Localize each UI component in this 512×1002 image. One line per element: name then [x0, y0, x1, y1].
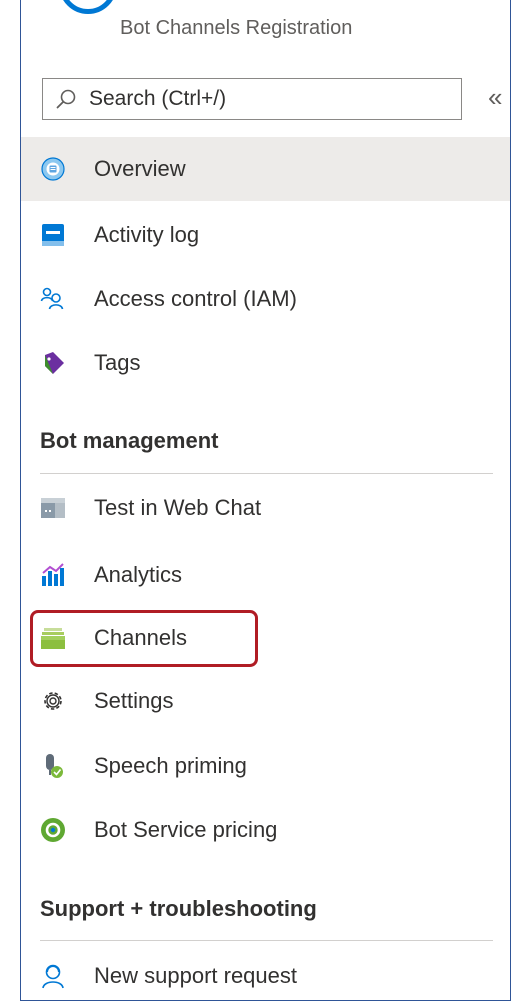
- nav-item-label: Activity log: [94, 222, 200, 247]
- nav-item-tags[interactable]: Tags: [21, 331, 510, 395]
- search-box[interactable]: [42, 78, 462, 120]
- nav-item-label: Speech priming: [94, 753, 247, 778]
- gear-icon: [40, 688, 66, 714]
- nav-item-label: Channels: [94, 625, 187, 650]
- tag-icon: [40, 350, 66, 376]
- nav-item-settings[interactable]: Settings: [21, 669, 510, 733]
- section-divider: [40, 473, 493, 474]
- nav-item-label: Bot Service pricing: [94, 817, 278, 842]
- collapse-menu-button[interactable]: «: [488, 82, 502, 113]
- overview-icon: [40, 156, 66, 182]
- nav-item-overview[interactable]: Overview: [21, 137, 510, 201]
- resource-type-label: Bot Channels Registration: [120, 17, 353, 39]
- web-chat-icon: [40, 495, 66, 521]
- nav-item-test-in-web-chat[interactable]: Test in Web Chat: [21, 476, 510, 540]
- people-icon: [40, 286, 66, 312]
- nav-item-speech-priming[interactable]: Speech priming: [21, 734, 510, 798]
- nav-item-bot-service-pricing[interactable]: Bot Service pricing: [21, 798, 510, 862]
- nav-item-access-control[interactable]: Access control (IAM): [21, 267, 510, 331]
- nav-item-analytics[interactable]: Analytics: [21, 543, 510, 607]
- section-header-support: Support + troubleshooting: [40, 896, 317, 921]
- nav-item-activity-log[interactable]: Activity log: [21, 203, 510, 267]
- channels-icon: [40, 625, 66, 651]
- microphone-icon: [40, 753, 66, 779]
- section-header-bot-management: Bot management: [40, 428, 219, 453]
- nav-item-label: New support request: [94, 963, 297, 988]
- nav-item-label: Settings: [94, 688, 174, 713]
- section-divider: [40, 940, 493, 941]
- nav-item-label: Access control (IAM): [94, 286, 297, 311]
- analytics-icon: [40, 562, 66, 588]
- support-person-icon: [40, 963, 66, 989]
- nav-item-new-support-request[interactable]: New support request: [21, 944, 510, 1000]
- nav-item-label: Test in Web Chat: [94, 495, 262, 520]
- activity-log-icon: [40, 222, 66, 248]
- pricing-icon: [40, 817, 66, 843]
- resource-menu-panel: Bot Channels Registration « Overview: [20, 0, 511, 1001]
- search-input[interactable]: [87, 86, 431, 112]
- bot-resource-icon: [59, 0, 117, 14]
- nav-item-channels[interactable]: Channels: [21, 606, 510, 670]
- nav-item-label: Analytics: [94, 562, 183, 587]
- search-icon: [56, 89, 76, 109]
- nav-item-label: Tags: [94, 350, 141, 375]
- nav-item-label: Overview: [94, 156, 186, 181]
